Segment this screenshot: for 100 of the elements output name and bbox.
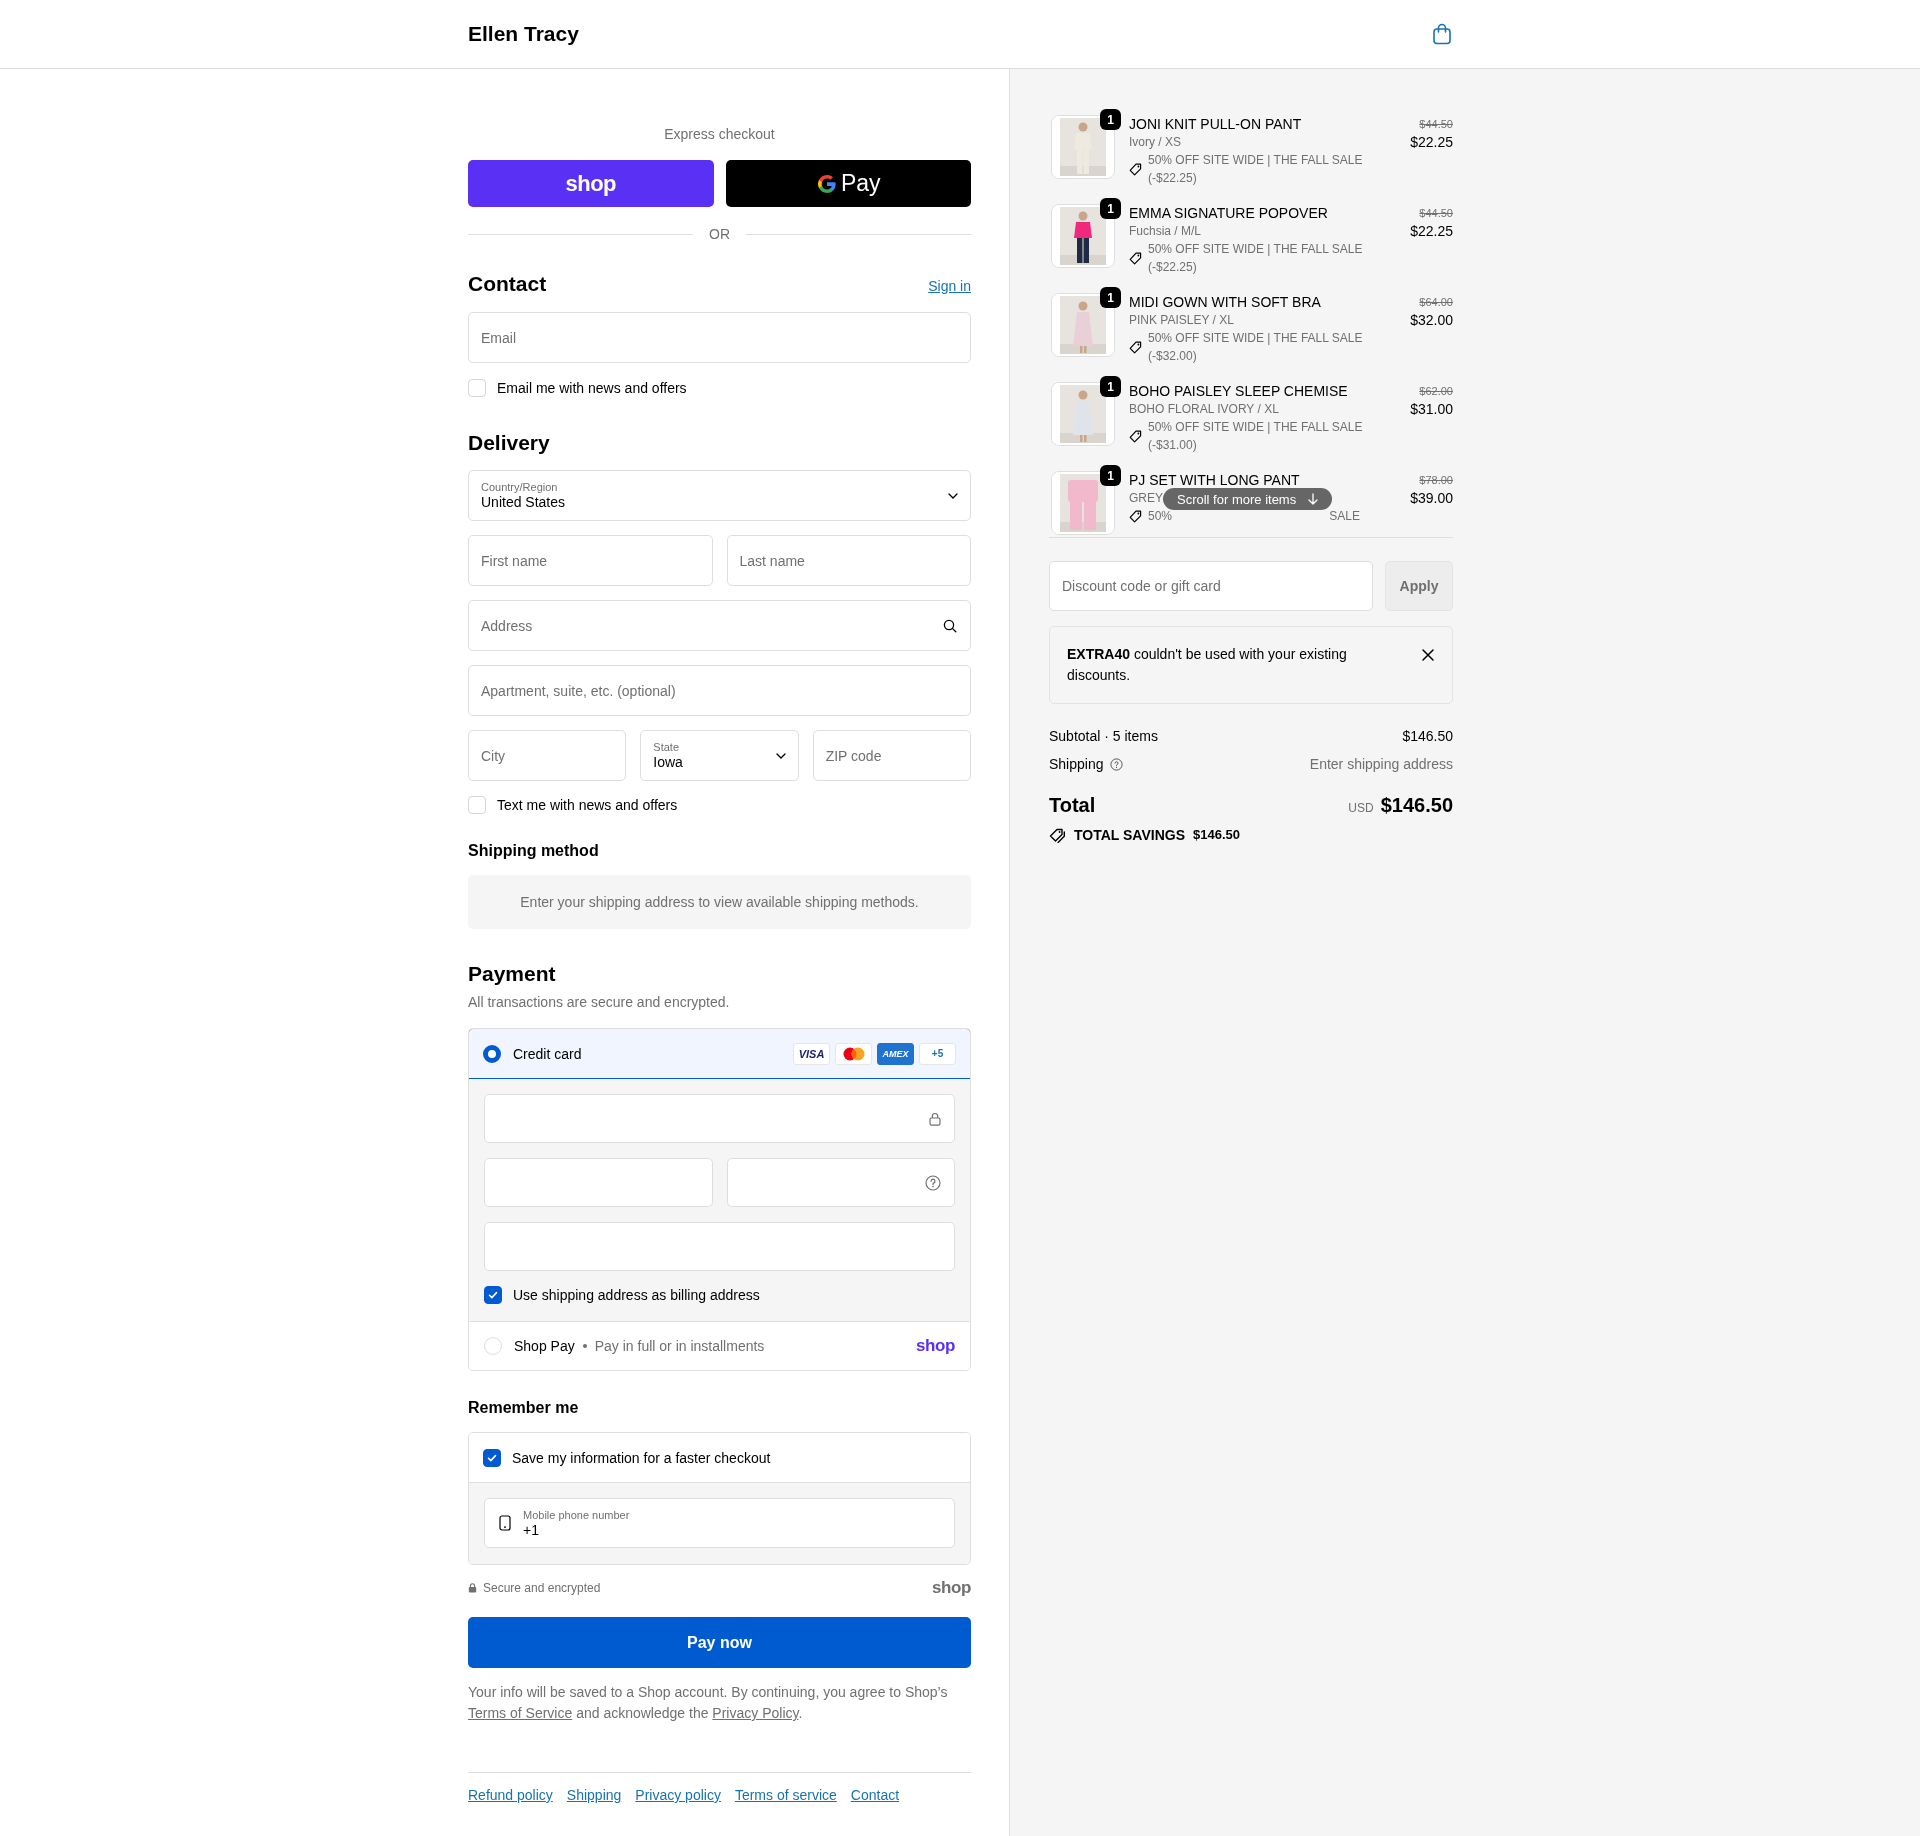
chevron-down-icon	[775, 752, 786, 759]
arrow-down-icon	[1308, 493, 1319, 505]
state-select[interactable]: State Iowa	[640, 730, 799, 781]
country-select[interactable]: Country/Region United States	[468, 470, 971, 521]
tag-icon	[1129, 509, 1142, 523]
original-price: $44.50	[1419, 206, 1453, 221]
option-label: Shop Pay	[514, 1337, 575, 1354]
footer-link[interactable]: Shipping	[566, 1787, 622, 1803]
secure-note: Secure and encrypted	[483, 1581, 601, 1595]
payment-option[interactable]: Credit card VISA AMEX +5	[469, 1029, 970, 1079]
discount-amount: (-$22.25)	[1148, 259, 1198, 276]
checkbox[interactable]	[484, 1286, 502, 1304]
shipping-label: Shipping	[1049, 755, 1104, 773]
product-name: PJ SET WITH LONG PANT	[1129, 471, 1300, 489]
pay-now-button[interactable]: Pay now	[468, 1617, 971, 1668]
sale-price: $31.00	[1410, 400, 1453, 418]
email-field[interactable]: Email	[468, 312, 971, 363]
product-name: BOHO PAISLEY SLEEP CHEMISE	[1129, 382, 1348, 400]
first-name-field[interactable]: First name	[468, 535, 713, 586]
section-heading: Payment	[468, 961, 557, 987]
discount-text: 50% OFF SITE WIDE | THE FALL SALE	[1148, 152, 1363, 169]
radio-button[interactable]	[483, 1044, 501, 1063]
phone-field[interactable]: Mobile phone number +1	[484, 1498, 955, 1548]
discount-text: SALE	[1329, 508, 1360, 525]
last-name-field[interactable]: Last name	[726, 535, 971, 586]
original-price: $64.00	[1419, 295, 1453, 310]
checkbox[interactable]	[483, 1448, 501, 1467]
quantity-count: 1	[1100, 198, 1121, 219]
store-name[interactable]: Ellen Tracy	[468, 22, 579, 46]
option-label: Credit card	[513, 1045, 582, 1062]
section-heading: Shipping method	[468, 841, 600, 861]
sale-price: $32.00	[1410, 311, 1453, 329]
gpay-button[interactable]: Pay	[725, 160, 971, 207]
discount-text: 50% OFF SITE WIDE | THE FALL SALE	[1148, 419, 1363, 436]
more-brands-count: +5	[919, 1042, 956, 1065]
help-icon[interactable]	[1109, 757, 1123, 771]
lock-icon	[468, 1583, 477, 1593]
discount-amount: (-$32.00)	[1148, 348, 1198, 365]
product-name: JONI KNIT PULL-ON PANT	[1129, 115, 1302, 133]
savings-amount: $146.50	[1193, 826, 1240, 844]
section-heading: Delivery	[468, 430, 551, 456]
section-label: Express checkout	[663, 125, 776, 143]
shopping-bag-icon[interactable]	[1432, 23, 1452, 45]
footer-link[interactable]: Refund policy	[468, 1787, 553, 1803]
option-note: Pay in full or in installments	[594, 1337, 765, 1354]
original-price: $78.00	[1419, 473, 1453, 488]
subtotal-label: Subtotal · 5 items	[1049, 727, 1158, 745]
shop-logo: shop	[932, 1578, 971, 1598]
apartment-field[interactable]: Apartment, suite, etc. (optional)	[468, 665, 971, 716]
address-field[interactable]: Address	[468, 600, 971, 651]
product-variant: GREY	[1129, 490, 1163, 507]
zip-code-field[interactable]: ZIP code	[812, 730, 971, 781]
input-field[interactable]	[726, 1158, 955, 1207]
currency-code: USD	[1348, 801, 1374, 815]
footer-link[interactable]: Terms of service	[734, 1787, 837, 1803]
checkbox-label: Save my information for a faster checkout	[512, 1448, 771, 1467]
card-brand-logo: VISA	[793, 1042, 830, 1065]
shop-logo: shop	[916, 1335, 955, 1356]
product-variant: PINK PAISLEY / XL	[1129, 312, 1234, 329]
phone-icon	[499, 1515, 511, 1531]
tag-icon	[1129, 340, 1142, 354]
tag-icon	[1129, 251, 1142, 265]
check-icon	[487, 1289, 499, 1301]
quantity-count: 1	[1100, 465, 1121, 486]
circles-logo-icon	[835, 1042, 872, 1065]
product-variant: Ivory / XS	[1129, 134, 1181, 151]
input-field[interactable]	[484, 1158, 713, 1207]
text-link[interactable]: Terms of Service	[468, 1705, 573, 1721]
close-button[interactable]	[1421, 648, 1435, 662]
shop-pay-button[interactable]: shop	[468, 160, 714, 207]
city-field[interactable]: City	[468, 730, 627, 781]
discount-amount: (-$31.00)	[1148, 437, 1198, 454]
input-field[interactable]	[484, 1094, 955, 1143]
product-variant: Fuchsia / M/L	[1129, 223, 1202, 240]
checkbox-label: Use shipping address as billing address	[513, 1286, 760, 1304]
payment-option[interactable]: Shop Pay Pay in full or in installments shop	[469, 1321, 970, 1370]
search-icon[interactable]	[943, 618, 957, 633]
product-variant: BOHO FLORAL IVORY / XL	[1129, 401, 1279, 418]
lock-icon	[929, 1111, 941, 1126]
quantity-count: 1	[1100, 376, 1121, 397]
divider-label: OR	[709, 225, 730, 243]
sign-in-link[interactable]: Sign in	[928, 278, 971, 294]
section-heading: Contact	[468, 271, 547, 297]
savings-label: TOTAL SAVINGS	[1074, 826, 1185, 844]
subtotal-value: $146.50	[1402, 727, 1453, 745]
checkbox-label: Text me with news and offers	[497, 796, 678, 814]
tag-icon	[1129, 429, 1142, 443]
input-field[interactable]	[484, 1222, 955, 1271]
product-name: EMMA SIGNATURE POPOVER	[1129, 204, 1328, 222]
discount-code-field[interactable]: Discount code or gift card	[1049, 561, 1373, 611]
section-subtitle: All transactions are secure and encrypted.	[468, 993, 731, 1011]
scroll-hint[interactable]: Scroll for more items	[1163, 488, 1333, 510]
footer-link[interactable]: Contact	[850, 1787, 900, 1803]
discount-text: 50% OFF SITE WIDE | THE FALL SALE	[1148, 330, 1363, 347]
footer-link[interactable]: Privacy policy	[635, 1787, 721, 1803]
tags-icon	[1049, 827, 1066, 843]
help-icon[interactable]	[925, 1174, 941, 1191]
original-price: $44.50	[1419, 117, 1453, 132]
legal-notice: Your info will be saved to a Shop account. By continuing, you agree to Shop’s Terms of Service and acknowledge the Privacy Policy.	[468, 1683, 949, 1723]
tag-icon	[1129, 162, 1142, 176]
